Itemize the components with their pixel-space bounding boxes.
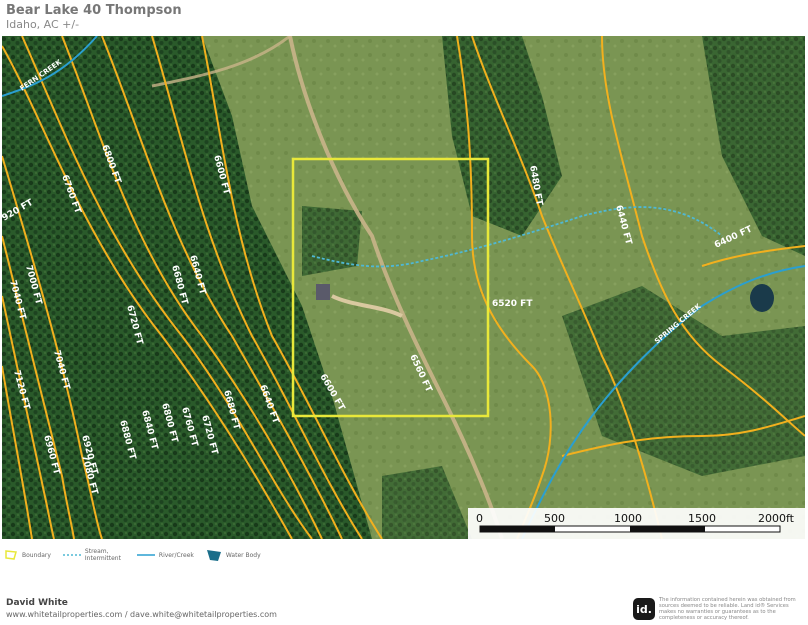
legend-label: Water Body bbox=[225, 551, 261, 559]
agent-contact[interactable]: www.whitetailproperties.com / dave.white… bbox=[6, 610, 277, 619]
legend-label: Boundary bbox=[22, 551, 51, 559]
river-icon bbox=[136, 554, 155, 556]
house bbox=[316, 284, 330, 300]
legend-boundary: Boundary bbox=[4, 549, 51, 561]
map-title: Bear Lake 40 Thompson bbox=[6, 3, 182, 18]
map-legend: Boundary Stream, Intermittent River/Cree… bbox=[4, 545, 273, 565]
contour-label: 6520 FT bbox=[492, 299, 533, 309]
landid-logo-icon: id. bbox=[633, 598, 655, 620]
scale-label: 500 bbox=[544, 512, 565, 525]
agent-name: David White bbox=[6, 598, 68, 608]
legend-river: River/Creek bbox=[136, 551, 194, 559]
legend-stream: Stream, Intermittent bbox=[62, 548, 125, 562]
scale-label: 1500 bbox=[688, 512, 716, 525]
scale-label: 1000 bbox=[614, 512, 642, 525]
map-subtitle: Idaho, AC +/- bbox=[6, 18, 80, 31]
scale-label: 0 bbox=[476, 512, 483, 525]
aerial-map[interactable]: 6600 FT 6640 FT 6680 FT 6720 FT 6760 FT … bbox=[2, 36, 805, 539]
central-trees bbox=[302, 206, 362, 276]
legend-label: Stream, Intermittent bbox=[84, 548, 121, 562]
legend-water: Water Body bbox=[206, 548, 261, 562]
water-body-icon bbox=[206, 550, 221, 561]
scale-bar: 0 500 1000 1500 2000ft bbox=[468, 508, 805, 539]
map-canvas[interactable]: 6600 FT 6640 FT 6680 FT 6720 FT 6760 FT … bbox=[2, 36, 805, 539]
legend-label: River/Creek bbox=[158, 551, 194, 559]
stream-icon bbox=[62, 554, 81, 556]
boundary-icon bbox=[5, 550, 17, 560]
disclaimer: The information contained herein was obt… bbox=[659, 597, 796, 621]
scale-label: 2000ft bbox=[758, 512, 794, 525]
pond bbox=[750, 284, 774, 312]
